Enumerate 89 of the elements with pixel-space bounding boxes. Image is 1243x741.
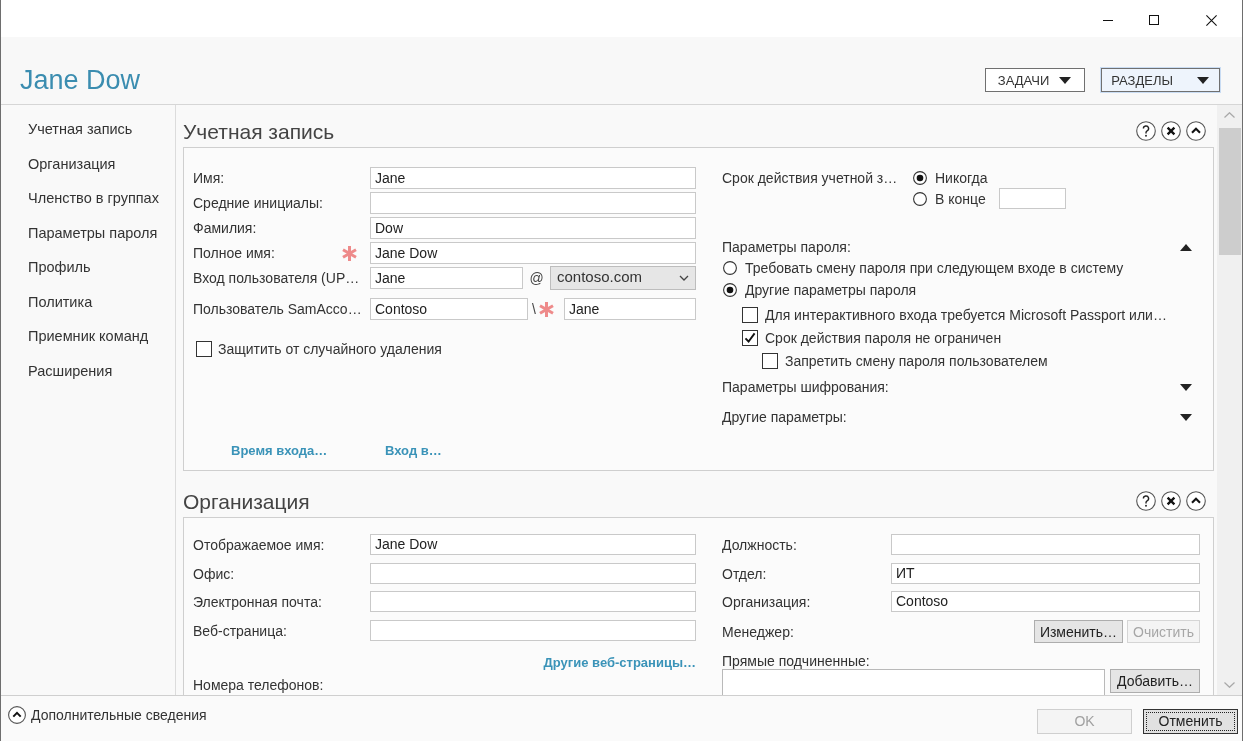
caret-icon	[1059, 76, 1072, 84]
sidebar-item[interactable]: Приемник команд	[1, 319, 175, 354]
checkbox-label: Запретить смену пароля пользователем	[785, 351, 1048, 370]
field-label: Электронная почта:	[193, 593, 323, 612]
field-label: Фамилия:	[193, 219, 257, 238]
action-button[interactable]: Изменить…	[1033, 620, 1124, 643]
menu-button[interactable]: РАЗДЕЛЫ	[1101, 68, 1220, 92]
scrollbar-thumb[interactable]	[1219, 128, 1241, 255]
sidebar-item[interactable]: Учетная запись	[1, 112, 175, 147]
field-label: Отображаемое имя:	[193, 536, 326, 555]
text-field[interactable]: Jane	[563, 298, 696, 320]
radio-button[interactable]	[723, 283, 737, 297]
text-field[interactable]: Jane	[370, 167, 696, 189]
text-field[interactable]: Jane	[370, 267, 523, 289]
field-label: Отдел:	[722, 564, 768, 584]
checkbox[interactable]	[742, 306, 758, 323]
checkbox[interactable]	[762, 352, 778, 369]
checkbox-label: Для интерактивного входа требуется Microsoft Passport или…	[765, 305, 1167, 324]
minimize-icon[interactable]	[1103, 19, 1113, 21]
menu-button[interactable]: ЗАДАЧИ	[984, 68, 1086, 92]
field-label: Вход пользователя (UP…	[193, 269, 360, 288]
triangle-down-icon[interactable]	[1180, 383, 1192, 391]
group-label: Другие параметры:	[722, 408, 847, 426]
maximize-icon[interactable]	[1149, 15, 1159, 25]
group-label: Параметры пароля:	[722, 238, 851, 256]
sidebar-item[interactable]: Расширения	[1, 353, 175, 388]
sidebar-item[interactable]: Параметры пароля	[1, 215, 175, 250]
field-label: Срок действия учетной з…	[722, 168, 899, 188]
close-icon[interactable]	[1205, 14, 1217, 26]
sidebar-item[interactable]: Политика	[1, 284, 175, 319]
text-field[interactable]: Contoso	[891, 591, 1200, 612]
separator-text: @	[528, 269, 545, 288]
help-icon[interactable]	[1136, 121, 1156, 141]
field-label: Организация:	[722, 593, 812, 612]
action-button[interactable]: Добавить…	[1110, 669, 1200, 693]
field-label: Веб-страница:	[193, 621, 288, 641]
chevron-up-icon[interactable]	[1186, 491, 1206, 511]
checkbox[interactable]	[196, 341, 212, 357]
radio-button[interactable]	[913, 170, 927, 185]
chevron-down-icon	[679, 274, 689, 281]
field-label: Средние инициалы:	[193, 194, 323, 213]
group-label: Параметры шифрования:	[722, 378, 889, 396]
text-field[interactable]	[891, 534, 1200, 555]
scrollbar[interactable]	[1217, 105, 1242, 695]
text-field[interactable]: Jane Dow	[370, 534, 696, 555]
field-label: Должность:	[722, 536, 798, 555]
triangle-down-icon[interactable]	[1180, 413, 1192, 421]
field-label: Менеджер:	[722, 622, 795, 642]
dialog-button[interactable]: Отменить	[1143, 708, 1238, 734]
text-field[interactable]: Contoso	[370, 298, 528, 320]
help-icon[interactable]	[1136, 491, 1156, 511]
text-field[interactable]: Jane Dow	[370, 242, 696, 264]
window-title: Jane Dow	[20, 65, 141, 95]
dropdown[interactable]: contoso.com	[550, 265, 696, 290]
separator-text: \	[532, 300, 536, 319]
radio-label: В конце	[935, 189, 986, 208]
text-field[interactable]: ИТ	[891, 562, 1200, 584]
close-icon[interactable]	[1161, 491, 1181, 511]
checkbox-label: Срок действия пароля не ограничен	[765, 328, 1002, 347]
radio-label: Требовать смену пароля при следующем входе в систему	[745, 259, 1124, 277]
radio-label: Другие параметры пароля	[745, 281, 917, 299]
checkbox-label: Защитить от случайного удаления	[218, 340, 442, 358]
date-field[interactable]	[998, 188, 1066, 209]
caret-icon	[1197, 76, 1209, 84]
section-title: Учетная запись	[183, 119, 335, 145]
text-field[interactable]	[370, 619, 696, 641]
radio-button[interactable]	[723, 261, 737, 275]
field-label: Прямые подчиненные:	[722, 652, 871, 670]
field-label: Пользователь SamAcco…	[193, 300, 362, 319]
field-label: Имя:	[193, 169, 225, 188]
sidebar-item[interactable]: Членство в группах	[1, 181, 175, 216]
text-field[interactable]	[370, 192, 696, 214]
chevron-up-icon	[8, 706, 26, 724]
radio-label: Никогда	[935, 168, 988, 187]
chevron-up-icon[interactable]	[1186, 121, 1206, 141]
expander-button[interactable]: Дополнительные сведения	[8, 704, 207, 726]
field-label: Номера телефонов:	[193, 678, 325, 693]
text-field[interactable]: Dow	[370, 217, 696, 239]
checkbox[interactable]	[742, 329, 758, 346]
triangle-up-icon[interactable]	[1180, 243, 1192, 251]
sidebar-item[interactable]: Организация	[1, 146, 175, 181]
text-field[interactable]	[370, 591, 696, 612]
radio-button[interactable]	[913, 191, 927, 206]
sidebar-item[interactable]: Профиль	[1, 250, 175, 285]
text-field[interactable]	[370, 562, 696, 584]
field-label: Полное имя:	[193, 244, 275, 263]
section-title: Организация	[183, 489, 310, 515]
field-label: Офис:	[193, 564, 236, 584]
close-icon[interactable]	[1161, 121, 1181, 141]
